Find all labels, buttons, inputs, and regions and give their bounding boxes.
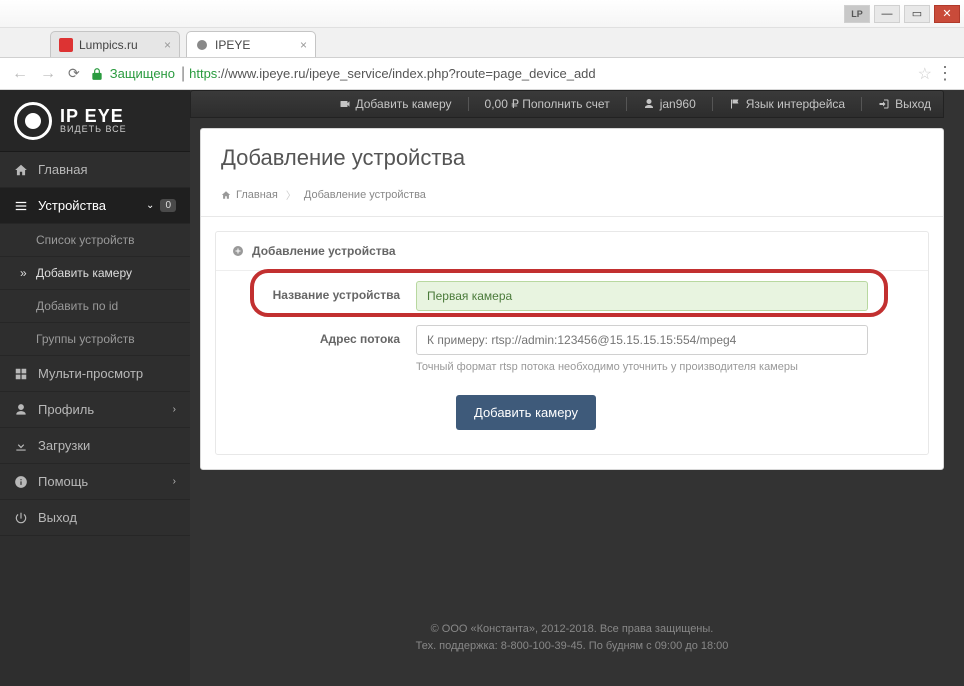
sidebar-item-label: Профиль [38,402,94,417]
logo-mark [14,102,52,140]
home-icon [221,190,231,200]
sidebar-item-home[interactable]: Главная [0,152,190,188]
sidebar-sub-add-camera[interactable]: Добавить камеру [0,257,190,290]
header-balance[interactable]: 0,00 ₽ Пополнить счет [485,97,610,111]
breadcrumb: Главная 〉 Добавление устройства [201,179,943,217]
content-panel: Добавление устройства Главная 〉 Добавлен… [200,128,944,470]
sidebar-item-label: Устройства [38,198,106,213]
form-actions: Добавить камеру [216,395,928,430]
power-icon [14,511,28,525]
device-name-label: Название устройства [256,281,416,302]
minimize-button[interactable]: — [874,5,900,23]
video-camera-icon [339,98,351,110]
logout-icon [878,98,890,110]
grid-icon [14,367,28,381]
devices-count-badge: 0 [160,199,176,212]
add-camera-button[interactable]: Добавить камеру [456,395,596,430]
lp-badge: LP [844,5,870,23]
sidebar-item-label: Выход [38,510,77,525]
download-icon [14,439,28,453]
list-icon [14,199,28,213]
flag-icon [729,98,741,110]
sidebar-item-multiview[interactable]: Мульти-просмотр [0,356,190,392]
stream-address-label: Адрес потока [256,325,416,346]
sidebar-item-logout[interactable]: Выход [0,500,190,536]
close-icon[interactable]: × [294,38,307,52]
form-panel: Добавление устройства Название устройств… [215,231,929,455]
footer-support: Тех. поддержка: 8-800-100-39-45. По будн… [200,638,944,656]
tab-lumpics[interactable]: Lumpics.ru × [50,31,180,57]
tab-ipeye[interactable]: IPEYE × [186,31,316,57]
close-icon[interactable]: × [158,38,171,52]
chevron-down-icon: ⌄ [146,200,154,211]
sidebar-item-label: Помощь [38,474,88,489]
header-add-camera[interactable]: Добавить камеру [339,97,452,111]
main-content: Добавление устройства Главная 〉 Добавлен… [190,90,964,686]
favicon-ipeye [195,38,209,52]
tab-title: IPEYE [215,38,250,52]
footer-copyright: © ООО «Константа», 2012-2018. Все права … [200,621,944,639]
header-language[interactable]: Язык интерфейса [729,97,845,111]
stream-hint: Точный формат rtsp потока необходимо уто… [416,361,868,373]
breadcrumb-current: Добавление устройства [304,189,426,201]
page-title: Добавление устройства [221,145,923,171]
bookmark-icon[interactable]: ☆ [918,64,932,84]
user-icon [643,98,655,110]
secure-label: Защищено [110,66,175,81]
sidebar-sub-device-groups[interactable]: Группы устройств [0,323,190,356]
user-icon [14,403,28,417]
chevron-right-icon: › [173,476,176,487]
form-row-device-name: Название устройства [216,271,928,315]
window-titlebar: LP — ▭ ✕ [0,0,964,28]
breadcrumb-home[interactable]: Главная [236,189,278,201]
maximize-button[interactable]: ▭ [904,5,930,23]
sidebar: IP EYE ВИДЕТЬ ВСЕ Главная Устройства ⌄ 0… [0,90,190,686]
header-user[interactable]: jan960 [643,97,696,111]
reload-button[interactable]: ⟳ [68,65,80,82]
info-icon [14,475,28,489]
sidebar-item-help[interactable]: Помощь › [0,464,190,500]
logo[interactable]: IP EYE ВИДЕТЬ ВСЕ [0,90,190,152]
browser-menu-icon[interactable]: ⋮ [936,63,954,84]
tab-title: Lumpics.ru [79,38,138,52]
footer: © ООО «Константа», 2012-2018. Все права … [200,591,944,666]
header-logout[interactable]: Выход [878,97,931,111]
stream-address-input[interactable] [416,325,868,355]
form-title: Добавление устройства [216,232,928,271]
address-bar: ← → ⟳ Защищено | https://www.ipeye.ru/ip… [0,58,964,90]
forward-button[interactable]: → [40,65,56,83]
lock-icon [90,67,104,81]
browser-tabs: Lumpics.ru × IPEYE × [0,28,964,58]
sidebar-item-label: Главная [38,162,87,177]
favicon-lumpics [59,38,73,52]
sidebar-sub-add-by-id[interactable]: Добавить по id [0,290,190,323]
home-icon [14,163,28,177]
device-name-input[interactable] [416,281,868,311]
sidebar-item-label: Мульти-просмотр [38,366,143,381]
sidebar-item-downloads[interactable]: Загрузки [0,428,190,464]
url-display[interactable]: https://www.ipeye.ru/ipeye_service/index… [189,66,596,81]
top-header: Добавить камеру 0,00 ₽ Пополнить счет ja… [190,90,944,118]
sidebar-item-profile[interactable]: Профиль › [0,392,190,428]
sidebar-sub-device-list[interactable]: Список устройств [0,224,190,257]
form-row-stream-address: Адрес потока Точный формат rtsp потока н… [216,315,928,377]
sidebar-item-label: Загрузки [38,438,90,453]
close-button[interactable]: ✕ [934,5,960,23]
back-button[interactable]: ← [12,65,28,83]
sidebar-item-devices[interactable]: Устройства ⌄ 0 [0,188,190,224]
chevron-right-icon: 〉 [286,187,296,202]
page-header: Добавление устройства [201,129,943,179]
chevron-right-icon: › [173,404,176,415]
plus-circle-icon [232,245,244,257]
